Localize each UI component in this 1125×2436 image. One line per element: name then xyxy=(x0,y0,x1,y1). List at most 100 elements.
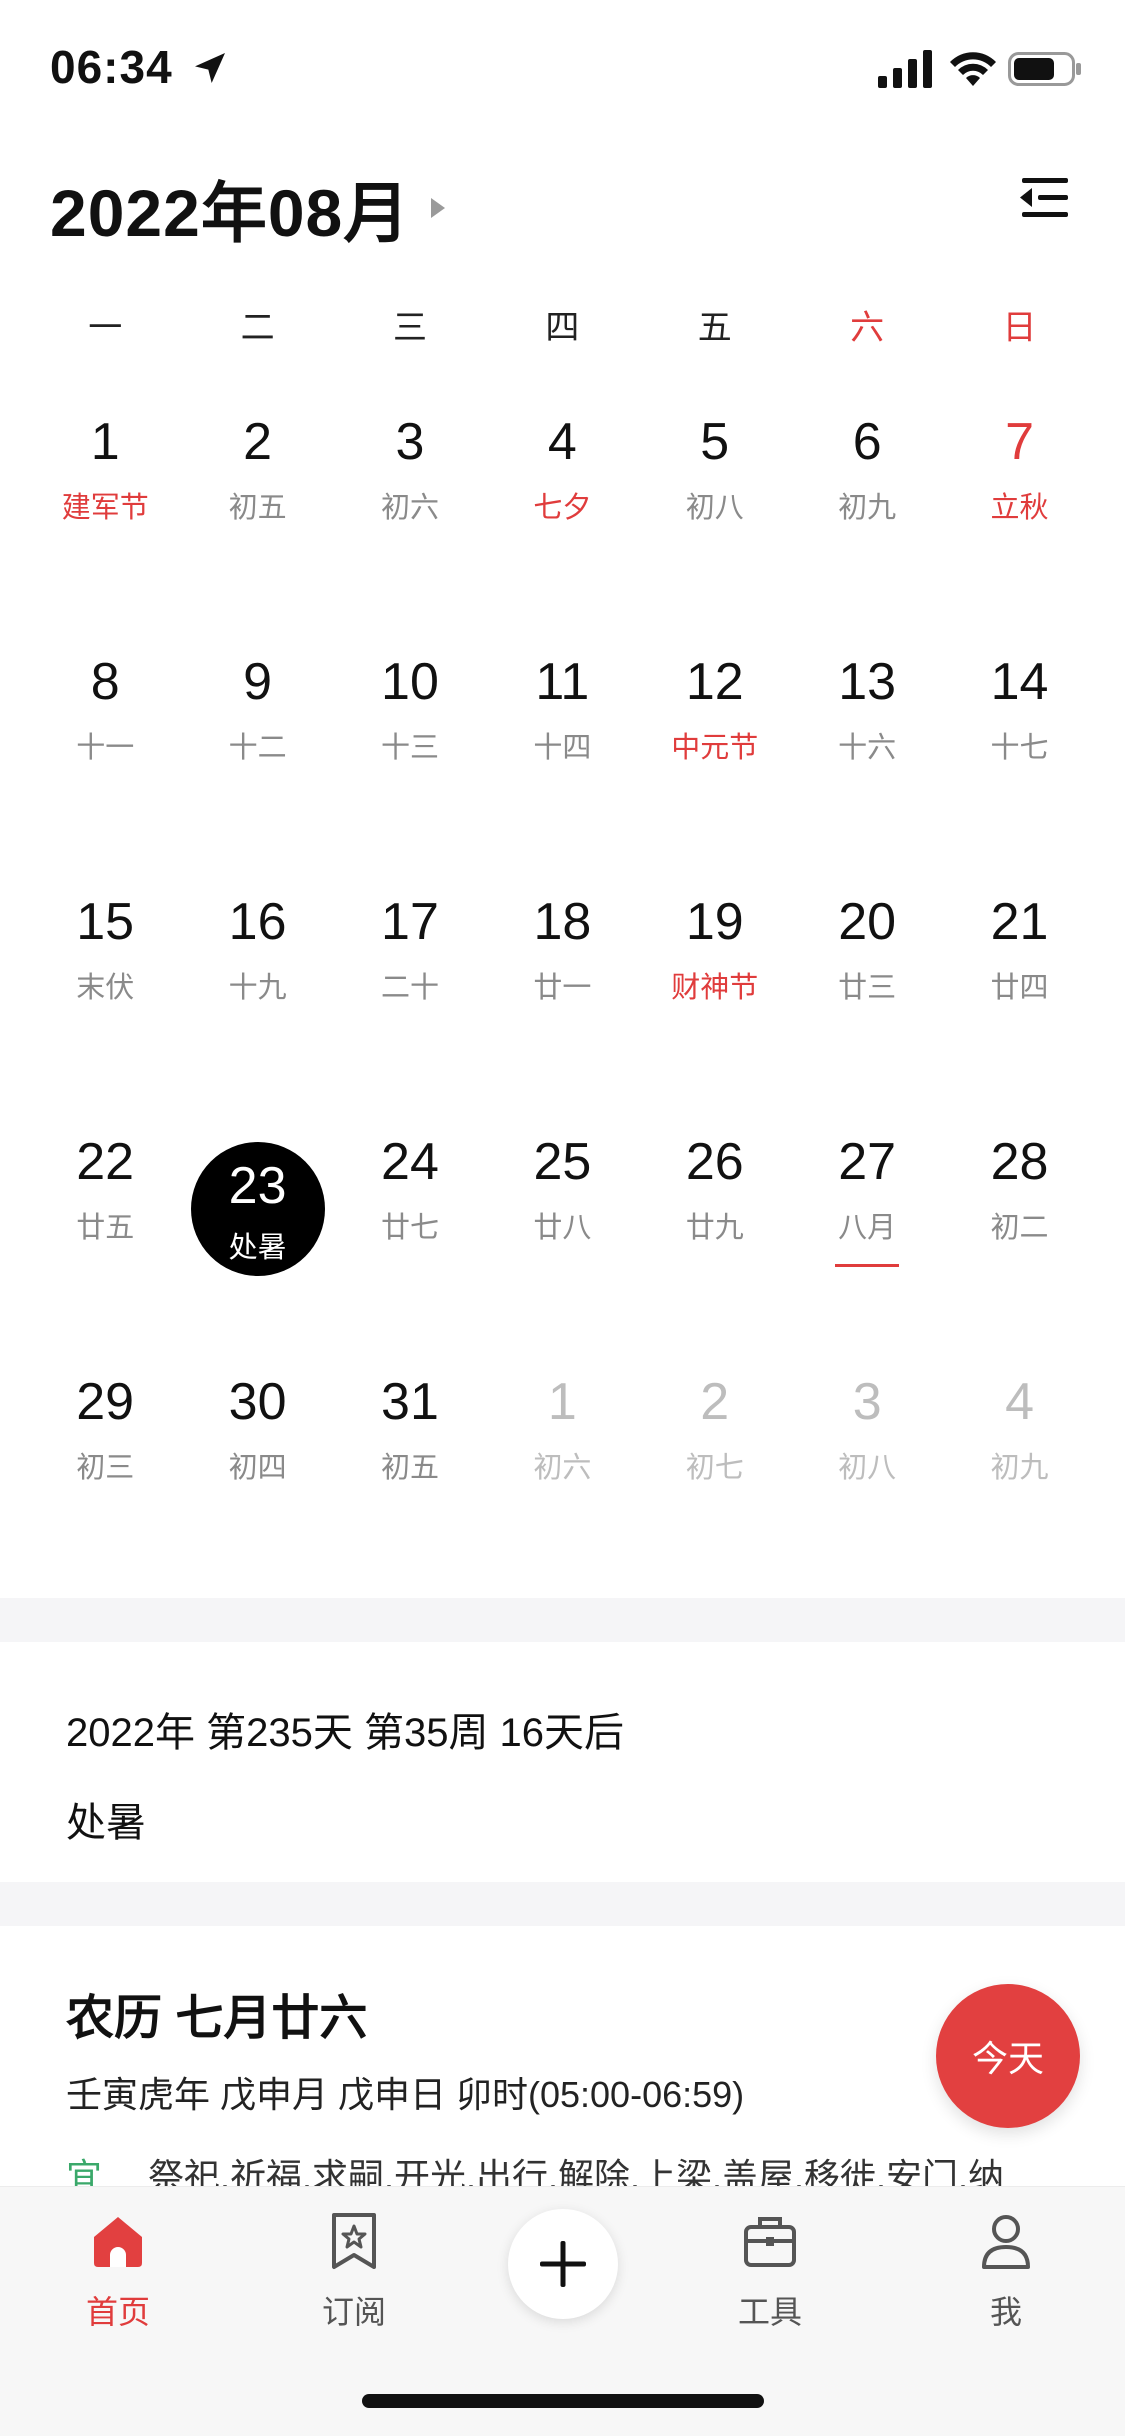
weekday-label: 二 xyxy=(240,309,275,347)
calendar-lunar-label: 廿九 xyxy=(685,1212,744,1244)
calendar-lunar-label: 初五 xyxy=(380,1452,439,1484)
location-arrow-icon xyxy=(195,53,225,83)
calendar-day[interactable]: 8 十一 xyxy=(29,600,181,840)
calendar-day-number: 1 xyxy=(90,413,120,471)
plus-icon xyxy=(540,2241,586,2287)
calendar-day-selected[interactable]: 23 处暑 xyxy=(181,1080,333,1320)
calendar-day[interactable]: 3 初八 xyxy=(791,1320,943,1560)
calendar-day[interactable]: 26 廿九 xyxy=(639,1080,791,1320)
calendar-lunar-label: 初八 xyxy=(838,1452,897,1484)
weekday-label: 四 xyxy=(545,309,580,347)
tab-me-label: 我 xyxy=(989,2294,1022,2330)
calendar-day-number: 24 xyxy=(381,1133,439,1191)
today-underline xyxy=(834,1264,900,1267)
calendar-lunar-label: 建军节 xyxy=(61,492,149,524)
calendar-day[interactable]: 30 初四 xyxy=(181,1320,333,1560)
calendar-day[interactable]: 12 中元节 xyxy=(639,600,791,840)
calendar-day[interactable]: 5 初八 xyxy=(639,360,791,600)
weekday-label-sunday: 日 xyxy=(1002,309,1037,347)
calendar-day[interactable]: 20 廿三 xyxy=(791,840,943,1080)
calendar-day-number: 3 xyxy=(395,413,425,471)
calendar-day-number: 13 xyxy=(838,653,897,711)
calendar-day-number: 18 xyxy=(533,893,592,951)
toolbox-icon xyxy=(744,2217,796,2267)
calendar-day[interactable]: 11 十四 xyxy=(486,600,638,840)
calendar-lunar-label: 十四 xyxy=(533,732,592,764)
calendar-day[interactable]: 4 七夕 xyxy=(486,360,638,600)
calendar-day[interactable]: 4 初九 xyxy=(943,1320,1095,1560)
calendar-day[interactable]: 2 初七 xyxy=(639,1320,791,1560)
add-button[interactable] xyxy=(508,2209,618,2319)
calendar-day[interactable]: 21 廿四 xyxy=(943,840,1095,1080)
calendar-day[interactable]: 29 初三 xyxy=(29,1320,181,1560)
calendar-day[interactable]: 1 初六 xyxy=(486,1320,638,1560)
calendar-day-number: 19 xyxy=(685,893,744,951)
calendar-day-number: 2 xyxy=(700,1373,730,1431)
calendar-lunar-label: 初六 xyxy=(380,492,439,524)
calendar-day[interactable]: 22 廿五 xyxy=(29,1080,181,1320)
calendar-lunar-label: 十一 xyxy=(76,732,135,764)
calendar-lunar-label: 十六 xyxy=(838,732,897,764)
month-title-text: 2022年08月 xyxy=(50,176,411,250)
calendar-day[interactable]: 14 十七 xyxy=(943,600,1095,840)
weekday-header: 一 二 三 四 五 六 日 xyxy=(0,300,1125,360)
calendar-day[interactable]: 9 十二 xyxy=(181,600,333,840)
calendar-day-number: 9 xyxy=(243,653,273,711)
cellular-signal-icon xyxy=(878,50,932,88)
calendar-day-number: 3 xyxy=(852,1373,882,1431)
calendar-day-number: 6 xyxy=(852,413,882,471)
calendar-day-number: 8 xyxy=(90,653,120,711)
weekday-label-saturday: 六 xyxy=(850,309,885,347)
calendar-lunar-label: 初二 xyxy=(990,1212,1049,1244)
month-title[interactable]: 2022年08月 xyxy=(50,160,448,256)
calendar-week-row: 8 十一 9 十二 10 十三 11 十四 12 中元节 13 十六 14 十七 xyxy=(29,600,1096,840)
calendar-day-number: 7 xyxy=(1005,413,1034,471)
date-info-summary: 2022年 第235天 第35周 16天后 xyxy=(66,1711,625,1755)
tab-me[interactable]: 我 xyxy=(926,2209,1086,2339)
tab-home[interactable]: 首页 xyxy=(38,2209,198,2339)
calendar-lunar-label: 初三 xyxy=(76,1452,135,1484)
calendar-lunar-label: 十七 xyxy=(990,732,1049,764)
calendar-day-number: 29 xyxy=(76,1373,135,1431)
calendar-day[interactable]: 25 廿八 xyxy=(486,1080,638,1320)
calendar-day[interactable]: 10 十三 xyxy=(334,600,486,840)
calendar-day[interactable]: 28 初二 xyxy=(943,1080,1095,1320)
tab-tools[interactable]: 工具 xyxy=(690,2209,850,2339)
weekday-label: 一 xyxy=(88,309,123,347)
calendar-day[interactable]: 16 十九 xyxy=(181,840,333,1080)
calendar-day[interactable]: 19 财神节 xyxy=(639,840,791,1080)
calendar-day-number: 12 xyxy=(685,653,744,711)
calendar-lunar-label: 处暑 xyxy=(228,1232,287,1264)
section-divider xyxy=(0,1598,1125,1642)
menu-collapse-icon[interactable] xyxy=(1016,170,1072,226)
calendar-day-number: 26 xyxy=(685,1133,744,1191)
calendar-day-today[interactable]: 27 八月 xyxy=(791,1080,943,1320)
calendar-day[interactable]: 3 初六 xyxy=(334,360,486,600)
today-button[interactable]: 今天 xyxy=(936,1984,1080,2128)
calendar-lunar-label: 立秋 xyxy=(990,492,1049,524)
tab-subscribe[interactable]: 订阅 xyxy=(274,2209,434,2339)
calendar-day[interactable]: 7 立秋 xyxy=(943,360,1095,600)
tab-tools-label: 工具 xyxy=(737,2294,802,2330)
calendar-lunar-label: 初九 xyxy=(990,1452,1049,1484)
calendar-day-number: 25 xyxy=(533,1133,592,1191)
calendar-day[interactable]: 15 末伏 xyxy=(29,840,181,1080)
calendar-day-number: 27 xyxy=(838,1133,897,1191)
calendar-lunar-label: 末伏 xyxy=(76,972,135,1004)
calendar-day[interactable]: 2 初五 xyxy=(181,360,333,600)
calendar-day[interactable]: 24 廿七 xyxy=(334,1080,486,1320)
home-icon xyxy=(94,2217,142,2267)
date-info-section: 2022年 第235天 第35周 16天后 处暑 xyxy=(0,1642,1125,1882)
lunar-date-title: 农历 七月廿六 xyxy=(66,1992,368,2045)
calendar-day[interactable]: 1 建军节 xyxy=(29,360,181,600)
calendar-day[interactable]: 6 初九 xyxy=(791,360,943,600)
calendar-day[interactable]: 17 二十 xyxy=(334,840,486,1080)
calendar-day[interactable]: 18 廿一 xyxy=(486,840,638,1080)
calendar-lunar-label: 初七 xyxy=(685,1452,744,1484)
calendar-day-number: 15 xyxy=(76,893,135,951)
calendar-day-number: 20 xyxy=(838,893,897,951)
calendar-lunar-label: 财神节 xyxy=(671,972,759,1004)
calendar-lunar-label: 廿一 xyxy=(533,972,592,1004)
calendar-day[interactable]: 31 初五 xyxy=(334,1320,486,1560)
calendar-day[interactable]: 13 十六 xyxy=(791,600,943,840)
